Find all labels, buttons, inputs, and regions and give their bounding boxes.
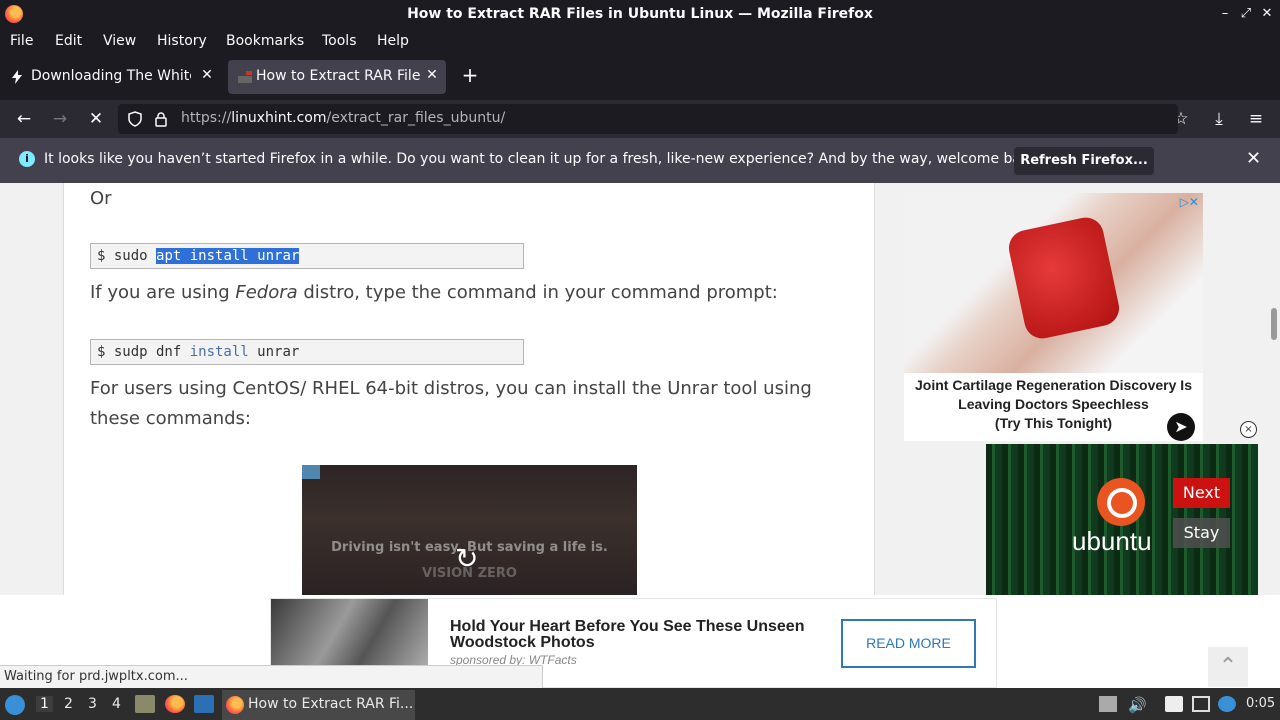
sidebar-ad[interactable]: ▷✕ Joint Cartilage Regeneration Discover… [904,193,1203,441]
menu-view[interactable]: View [103,33,136,49]
video-player[interactable]: Driving isn't easy. But saving a life is… [302,465,637,595]
menu-help[interactable]: Help [377,33,409,49]
tab-close-icon[interactable]: ✕ [424,67,440,83]
firefox-launcher-icon[interactable] [165,695,185,713]
notification-tray-icon[interactable] [1218,696,1236,712]
ad-caption: Joint Cartilage Regeneration Discovery I… [915,377,1192,431]
tab-label: How to Extract RAR Files [256,68,420,84]
banner-headline[interactable]: Hold Your Heart Before You See These Uns… [450,619,820,651]
workspace-2[interactable]: 2 [64,696,73,712]
menu-edit[interactable]: Edit [55,33,82,49]
tab-close-icon[interactable]: ✕ [199,67,215,83]
close-notification-icon[interactable]: ✕ [1246,148,1261,169]
start-menu-icon[interactable] [5,695,25,715]
shield-icon[interactable] [127,111,143,127]
info-icon: i [19,151,35,167]
ad-arrow-icon[interactable]: ➤ [1167,413,1195,441]
url-bar[interactable]: https://linuxhint.com/extract_rar_files_… [118,104,1178,134]
code-block-apt[interactable]: $ sudo apt install unrar [90,243,524,269]
display-icon[interactable] [1192,696,1210,712]
terminal-icon[interactable] [194,695,214,713]
volume-icon[interactable]: 🔊 [1128,696,1147,714]
fedora-paragraph: If you are using Fedora distro, type the… [90,282,778,303]
back-arrow-icon[interactable]: ← [13,108,35,130]
forward-arrow-icon[interactable]: → [49,108,71,130]
lock-icon[interactable] [154,111,168,127]
menu-file[interactable]: File [10,33,33,49]
status-bar: Waiting for prd.jwpltx.com... [0,665,543,688]
close-window-icon[interactable]: ✕ [1258,5,1276,23]
workspace-3[interactable]: 3 [88,696,97,712]
menu-history[interactable]: History [157,33,207,49]
minimize-icon[interactable]: – [1216,5,1234,23]
page-content: Or $ sudo apt install unrar If you are u… [0,183,1268,595]
close-ad-icon[interactable]: × [1240,421,1257,438]
download-icon[interactable]: ⤓ [1208,108,1230,130]
new-tab-icon[interactable]: + [458,63,482,87]
workspace-4[interactable]: 4 [112,696,121,712]
replay-icon[interactable]: ↻ [455,542,478,575]
url-text[interactable]: https://linuxhint.com/extract_rar_files_… [181,110,505,126]
scroll-to-top-icon[interactable]: ⌃ [1208,647,1248,687]
menu-tools[interactable]: Tools [322,33,357,49]
ubuntu-logo-icon [1097,478,1145,526]
lightning-icon [12,70,22,84]
refresh-firefox-button[interactable]: Refresh Firefox... [1014,147,1154,175]
tab-label: Downloading The White H [31,68,191,84]
notification-bar: i It looks like you haven’t started Fire… [0,138,1280,183]
window-title: How to Extract RAR Files in Ubuntu Linux… [407,6,873,22]
scrollbar-thumb[interactable] [1271,308,1277,340]
or-text: Or [90,188,112,209]
taskbar-firefox-task[interactable]: How to Extract RAR Fi... [222,690,415,720]
window-title-bar: How to Extract RAR Files in Ubuntu Linux… [0,0,1280,29]
selected-text: apt install unrar [156,248,300,264]
menu-hamburger-icon[interactable]: ≡ [1245,108,1267,130]
ad-brand: ubuntu [1072,526,1152,556]
linuxhint-favicon-icon [238,71,252,83]
tray-document-icon[interactable] [1165,696,1183,712]
adchoices-icon[interactable]: ▷✕ [1180,195,1199,209]
video-badge [302,465,320,479]
article-body: Or $ sudo apt install unrar If you are u… [63,183,875,595]
code-block-dnf[interactable]: $ sudp dnf install unrar [90,339,524,365]
file-manager-icon[interactable] [135,695,155,713]
tab-strip: Downloading The White H ✕ How to Extract… [0,55,1280,100]
tab-downloading[interactable]: Downloading The White H ✕ [0,60,222,94]
notification-message: It looks like you haven’t started Firefo… [44,151,1043,167]
centos-paragraph: For users using CentOS/ RHEL 64-bit dist… [90,378,812,429]
stop-loading-icon[interactable]: ✕ [85,108,107,130]
maximize-icon[interactable]: ⤢ [1237,5,1255,23]
video-ad[interactable]: ubuntu Next Stay [986,444,1258,595]
tray-clipboard-icon[interactable] [1099,696,1117,712]
tab-extract-rar[interactable]: How to Extract RAR Files ✕ [228,60,446,94]
menu-bar: File Edit View History Bookmarks Tools H… [0,29,1280,55]
firefox-icon [226,696,244,714]
read-more-button[interactable]: READ MORE [841,619,976,668]
menu-bookmarks[interactable]: Bookmarks [226,33,304,49]
task-label: How to Extract RAR Fi... [248,696,414,712]
clock: 0:05 [1246,696,1276,711]
taskbar: 1 2 3 4 How to Extract RAR Fi... 🔊 0:05 [0,688,1280,720]
ad-next-button[interactable]: Next [1173,478,1230,508]
workspace-1[interactable]: 1 [36,696,53,712]
ad-stay-button[interactable]: Stay [1173,518,1230,548]
vertical-scrollbar[interactable] [1268,183,1280,595]
